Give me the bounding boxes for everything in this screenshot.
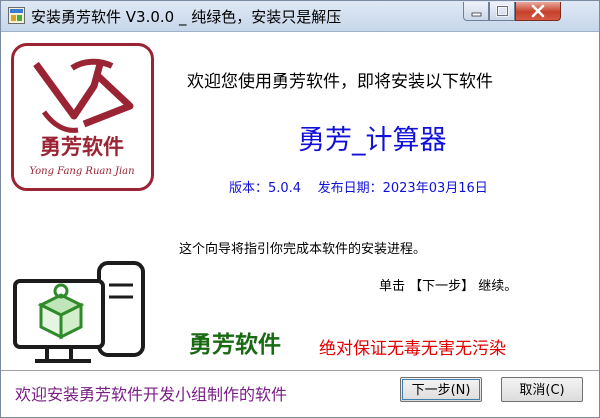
cancel-button[interactable]: 取消(C) bbox=[501, 377, 583, 402]
logo-brand-text: 勇芳软件 bbox=[40, 134, 124, 159]
installer-app-icon bbox=[8, 7, 25, 24]
window-title: 安装勇芳软件 V3.0.0 _ 纯绿色，安装只是解压 bbox=[31, 8, 342, 26]
product-name: 勇芳_计算器 bbox=[298, 125, 447, 156]
brand-logo: 勇芳软件 Yong Fang Ruan Jian bbox=[11, 43, 154, 191]
close-icon bbox=[531, 4, 545, 18]
installer-window: 安装勇芳软件 V3.0.0 _ 纯绿色，安装只是解压 勇芳软件 Yong Fan… bbox=[0, 0, 600, 418]
brand-name: 勇芳软件 bbox=[189, 332, 281, 358]
welcome-heading: 欢迎您使用勇芳软件，即将安装以下软件 bbox=[187, 72, 493, 92]
maximize-icon bbox=[496, 5, 509, 17]
brand-logo-mark: 勇芳软件 Yong Fang Ruan Jian bbox=[29, 58, 135, 177]
minimize-icon bbox=[471, 12, 482, 17]
maximize-button[interactable] bbox=[489, 2, 515, 21]
version-info: 版本：5.0.4 发布日期：2023年03月16日 bbox=[229, 181, 488, 196]
guide-text: 这个向导将指引你完成本软件的安装进程。 bbox=[179, 242, 427, 257]
computer-package-icon bbox=[13, 261, 145, 363]
guarantee-slogan: 绝对保证无毒无害无污染 bbox=[319, 339, 506, 359]
logo-pinyin: Yong Fang Ruan Jian bbox=[29, 166, 134, 177]
close-button[interactable] bbox=[515, 2, 561, 21]
next-button[interactable]: 下一步(N) bbox=[400, 377, 482, 402]
left-image-panel: 勇芳软件 Yong Fang Ruan Jian bbox=[7, 37, 159, 367]
footer-divider bbox=[1, 370, 599, 371]
title-bar[interactable]: 安装勇芳软件 V3.0.0 _ 纯绿色，安装只是解压 bbox=[1, 1, 599, 32]
footer-text: 欢迎安装勇芳软件开发小组制作的软件 bbox=[15, 385, 288, 404]
minimize-button[interactable] bbox=[463, 2, 489, 21]
next-hint-text: 单击 【下一步】 继续。 bbox=[379, 279, 518, 294]
